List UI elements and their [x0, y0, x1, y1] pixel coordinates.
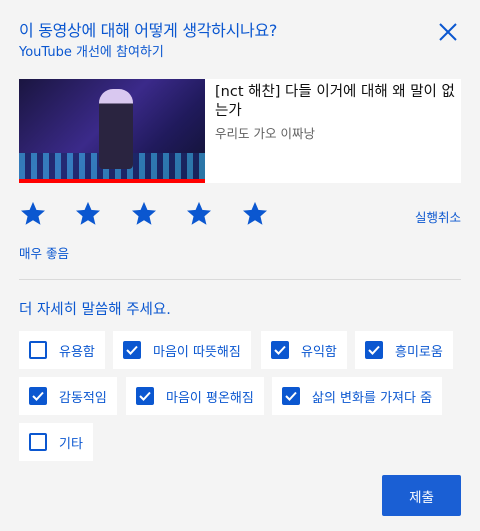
option-label: 삶의 변화를 가져다 줌 — [312, 390, 433, 406]
checkmark-icon — [139, 391, 151, 401]
checkbox[interactable] — [136, 387, 154, 405]
option-label: 마음이 평온해짐 — [166, 390, 254, 406]
checkbox[interactable] — [282, 387, 300, 405]
checkbox[interactable] — [271, 341, 289, 359]
divider — [19, 279, 461, 280]
star-5-button[interactable] — [242, 201, 268, 226]
star-4-button[interactable] — [186, 201, 212, 226]
star-icon — [75, 201, 101, 225]
video-card: [nct 해찬] 다들 이거에 대해 왜 말이 없는가 우리도 가오 이짜낭 — [19, 79, 461, 183]
checkbox[interactable] — [365, 341, 383, 359]
star-icon — [242, 201, 268, 225]
checkmark-icon — [126, 345, 138, 355]
star-icon — [20, 201, 46, 225]
option-chip[interactable]: 유익함 — [261, 331, 347, 369]
video-thumbnail — [19, 79, 205, 183]
option-chip[interactable]: 마음이 따뜻해짐 — [113, 331, 251, 369]
option-label: 감동적임 — [59, 390, 107, 406]
option-label: 흥미로움 — [395, 344, 443, 360]
video-title: [nct 해찬] 다들 이거에 대해 왜 말이 없는가 — [215, 84, 455, 119]
close-button[interactable] — [436, 20, 460, 44]
checkbox[interactable] — [29, 433, 47, 451]
star-1-button[interactable] — [20, 201, 46, 226]
star-icon — [186, 201, 212, 225]
option-label: 유익함 — [301, 344, 337, 360]
star-icon — [131, 201, 157, 225]
checkbox[interactable] — [29, 341, 47, 359]
option-chip[interactable]: 흥미로움 — [355, 331, 453, 369]
checkmark-icon — [368, 345, 380, 355]
option-label: 마음이 따뜻해짐 — [153, 344, 241, 360]
close-icon — [439, 23, 457, 41]
submit-button[interactable]: 제출 — [382, 475, 461, 516]
checkmark-icon — [285, 391, 297, 401]
video-channel: 우리도 가오 이짜낭 — [215, 126, 315, 141]
option-chip[interactable]: 삶의 변화를 가져다 줌 — [272, 377, 443, 415]
survey-subtitle: YouTube 개선에 참여하기 — [19, 45, 164, 60]
checkmark-icon — [32, 391, 44, 401]
checkmark-icon — [274, 345, 286, 355]
option-label: 기타 — [59, 436, 83, 452]
option-chip[interactable]: 감동적임 — [19, 377, 117, 415]
checkbox[interactable] — [123, 341, 141, 359]
option-label: 유용함 — [59, 344, 95, 360]
option-chip[interactable]: 기타 — [19, 423, 93, 461]
star-3-button[interactable] — [131, 201, 157, 226]
undo-link[interactable]: 실행취소 — [415, 207, 461, 226]
star-2-button[interactable] — [75, 201, 101, 226]
survey-question: 이 동영상에 대해 어떻게 생각하시나요? — [19, 21, 278, 40]
watch-progress-bar — [19, 179, 205, 183]
option-chip[interactable]: 마음이 평온해짐 — [126, 377, 264, 415]
option-chip[interactable]: 유용함 — [19, 331, 105, 369]
checkbox[interactable] — [29, 387, 47, 405]
rating-label: 매우 좋음 — [19, 246, 69, 261]
details-prompt: 더 자세히 말씀해 주세요. — [19, 302, 171, 318]
